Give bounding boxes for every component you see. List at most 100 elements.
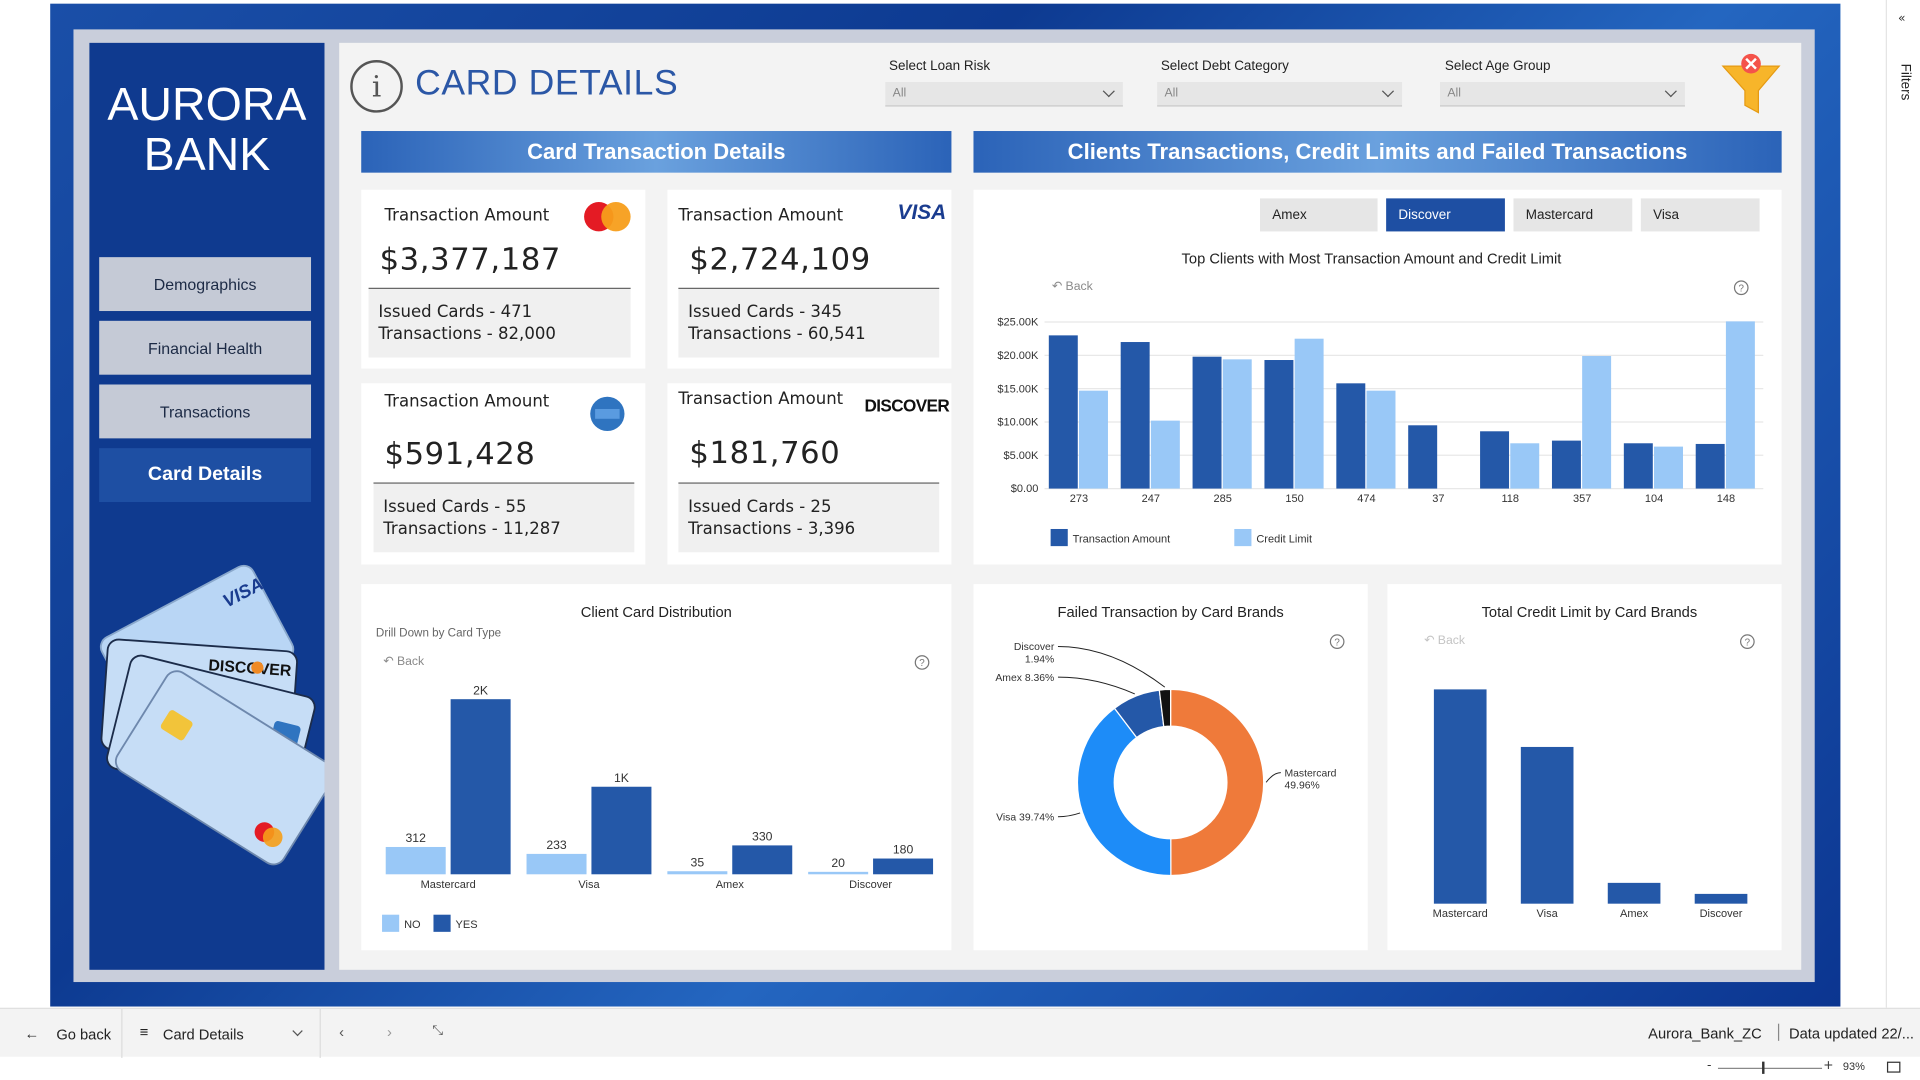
- back-arrow-icon: ↶: [1051, 280, 1066, 294]
- zoom-in-button[interactable]: +: [1823, 1059, 1833, 1072]
- x-tick-label: 474: [1357, 493, 1375, 505]
- info-icon[interactable]: i: [350, 60, 403, 113]
- legend-label: Credit Limit: [1256, 533, 1312, 545]
- client-card-distribution-chart: 312 2K Mastercard 233 1K Visa 35 330 Amex 20 180 Di…: [382, 683, 934, 932]
- mastercard-kpi-card: Transaction Amount $3,377,187 Issued Car…: [361, 189, 646, 369]
- bar-transaction-amount: [1551, 440, 1581, 489]
- kpi-value: $181,760: [689, 434, 841, 471]
- kpi-label: Transaction Amount: [384, 391, 550, 412]
- failed-transaction-donut-chart: Mastercard 49.96% Visa 39.74% Amex 8.36% Dis…: [995, 642, 1337, 877]
- issued-cards-text: Issued Cards - 25: [688, 497, 832, 517]
- bar-yes: [732, 845, 793, 875]
- previous-page-icon[interactable]: ‹: [339, 1024, 344, 1041]
- bar-transaction-amount: [1120, 342, 1150, 489]
- amex-kpi-card: Transaction Amount $591,428 Issued Cards…: [361, 383, 646, 565]
- page-list-icon[interactable]: ≡: [140, 1024, 149, 1041]
- card-transaction-details-header: Card Transaction Details: [361, 131, 952, 173]
- chevron-down-icon: [1102, 85, 1115, 98]
- x-tick-label: Mastercard: [421, 879, 476, 891]
- kpi-label: Transaction Amount: [678, 389, 844, 409]
- x-tick-label: Discover: [849, 879, 892, 891]
- x-tick-label: Discover: [1700, 908, 1743, 920]
- zoom-out-button[interactable]: -: [1707, 1059, 1711, 1072]
- x-tick-label: 273: [1070, 493, 1088, 505]
- loan-risk-dropdown[interactable]: All: [885, 82, 1123, 107]
- nav-financial-health-button[interactable]: Financial Health: [99, 320, 312, 375]
- clients-transactions-header: Clients Transactions, Credit Limits and …: [973, 131, 1782, 173]
- issued-cards-text: Issued Cards - 55: [383, 497, 527, 517]
- divider: [121, 1008, 123, 1058]
- legend-swatch: [433, 914, 451, 932]
- help-icon[interactable]: ?: [1733, 280, 1749, 296]
- legend-label: NO: [404, 919, 421, 931]
- top-clients-back-button[interactable]: ↶ Back: [1052, 280, 1093, 293]
- fit-to-page-icon[interactable]: [1886, 1061, 1901, 1073]
- go-back-button[interactable]: Go back: [56, 1026, 111, 1043]
- data-label: 312: [406, 831, 427, 845]
- back-arrow-icon[interactable]: ←: [24, 1025, 39, 1042]
- nav-transactions-button[interactable]: Transactions: [99, 384, 312, 439]
- x-tick-label: 285: [1214, 493, 1232, 505]
- filters-label[interactable]: Filters: [1898, 64, 1913, 101]
- transactions-text: Transactions - 60,541: [688, 324, 866, 345]
- client-card-distribution-title: Client Card Distribution: [580, 603, 732, 621]
- nav-demographics-button[interactable]: Demographics: [99, 257, 312, 312]
- data-label: 20: [831, 856, 845, 870]
- bar-credit-limit: [1654, 446, 1683, 489]
- bar-credit-limit: [1582, 356, 1612, 489]
- tab-mastercard[interactable]: Mastercard: [1513, 198, 1633, 232]
- filters-pane-collapsed[interactable]: « Filters: [1885, 0, 1920, 1008]
- help-icon[interactable]: ?: [914, 655, 930, 670]
- help-icon[interactable]: ?: [1740, 634, 1755, 649]
- page-select-dropdown[interactable]: Card Details: [163, 1026, 244, 1043]
- zoom-slider-thumb[interactable]: [1762, 1061, 1765, 1074]
- credit-cards-illustration: VISA DISCOVER: [99, 564, 325, 866]
- brand-line-1: AURORA: [107, 79, 307, 132]
- page-title: CARD DETAILS: [415, 63, 679, 103]
- x-tick-label: 104: [1645, 493, 1663, 505]
- donut-slice-mastercard: [1170, 688, 1265, 877]
- total-credit-limit-chart: Mastercard Visa Amex Discover: [1433, 689, 1748, 920]
- chevron-down-icon: [1664, 85, 1677, 98]
- tab-visa[interactable]: Visa: [1640, 198, 1760, 232]
- legend-label: YES: [456, 919, 478, 931]
- debt-category-dropdown[interactable]: All: [1157, 82, 1403, 107]
- fullscreen-icon[interactable]: ⤡: [432, 1024, 443, 1040]
- distribution-back-button[interactable]: ↶ Back: [383, 655, 424, 668]
- issued-cards-text: Issued Cards - 471: [378, 302, 533, 323]
- back-label: Back: [1437, 634, 1465, 648]
- next-page-icon[interactable]: ›: [387, 1024, 392, 1041]
- x-tick-label: Amex: [716, 879, 745, 891]
- transactions-text: Transactions - 11,287: [383, 519, 561, 539]
- age-group-dropdown[interactable]: All: [1440, 82, 1685, 107]
- donut-label: 49.96%: [1285, 781, 1320, 792]
- tab-amex[interactable]: Amex: [1260, 198, 1378, 232]
- x-tick-label: 150: [1285, 493, 1303, 505]
- credit-limit-back-button[interactable]: ↶ Back: [1424, 634, 1465, 647]
- collapse-arrow-icon[interactable]: «: [1898, 12, 1906, 25]
- x-tick-label: 148: [1717, 493, 1735, 505]
- back-arrow-icon: ↶: [1424, 634, 1438, 648]
- report-canvas: AURORA BANK Demographics Financial Healt…: [0, 0, 1920, 1080]
- data-updated-text: Data updated 22/...: [1788, 1024, 1914, 1043]
- back-label: Back: [396, 655, 425, 669]
- tab-discover[interactable]: Discover: [1386, 198, 1505, 232]
- back-arrow-icon: ↶: [383, 655, 397, 669]
- chevron-down-icon[interactable]: [292, 1025, 303, 1037]
- top-clients-chart-title: Top Clients with Most Transaction Amount…: [1181, 249, 1562, 267]
- bar-credit-limit: [1520, 746, 1574, 904]
- nav-card-details-button[interactable]: Card Details: [99, 448, 312, 503]
- data-label: 233: [546, 838, 567, 852]
- clear-filters-icon[interactable]: [1718, 51, 1784, 120]
- transactions-text: Transactions - 82,000: [378, 324, 556, 345]
- data-label: 2K: [473, 683, 489, 697]
- donut-label: Mastercard: [1285, 768, 1337, 779]
- data-label: 35: [691, 855, 705, 869]
- bar-yes: [450, 699, 511, 875]
- bar-transaction-amount: [1336, 383, 1366, 489]
- chevron-down-icon: [1381, 85, 1395, 98]
- x-tick-label: Mastercard: [1433, 908, 1488, 920]
- zoom-slider-track[interactable]: [1717, 1067, 1823, 1069]
- status-bar: - + 93%: [0, 1057, 1920, 1080]
- x-tick-label: Visa: [578, 879, 600, 891]
